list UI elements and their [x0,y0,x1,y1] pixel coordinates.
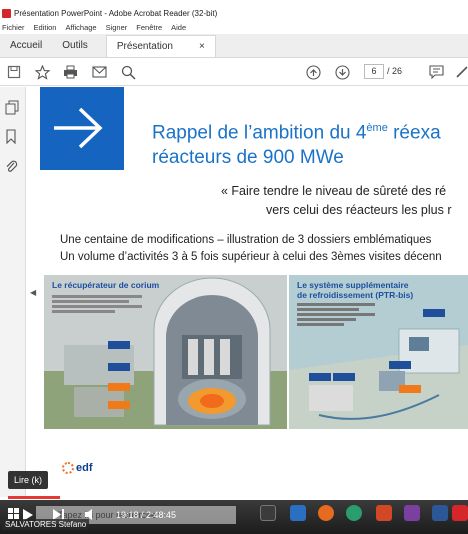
slide-title: Rappel de l’ambition du 4ème réexa réact… [152,116,468,170]
edf-sun-icon [62,462,74,474]
menu-edition[interactable]: Edition [34,23,57,32]
firefox-icon[interactable] [318,505,334,521]
slide-title-line2: réacteurs de 900 MWe [152,147,344,169]
slide-title-superscript: ème [366,122,388,134]
presenter-name-tag: SALVATORES Stefano [2,519,90,530]
tab-document-label: Présentation Power... [116,41,173,74]
collapse-pane-icon[interactable]: ◀ [30,288,36,297]
tab-bar: Accueil Outils Présentation Power... × [0,34,468,74]
outlook-icon[interactable] [290,505,306,521]
slide-quote-line1: « Faire tendre le niveau de sûreté des r… [221,184,447,198]
ptr-bis-title: Le système supplémentaire de refroidisse… [297,280,413,300]
acrobat-taskbar-icon[interactable] [452,505,468,521]
slide-bullet-1: Une centaine de modifications – illustra… [60,234,432,246]
tab-tools[interactable]: Outils [52,35,98,57]
slide-title-line1b: réexa [387,122,441,144]
slide-bullet-2: Un volume d’activités 3 à 5 fois supérie… [60,251,442,263]
bookmarks-icon[interactable] [5,129,21,145]
video-progress-fill [8,496,60,499]
video-progress-bar[interactable] [8,496,460,499]
print-icon[interactable] [62,64,78,80]
video-timecode: 19:18 / 2:48:45 [116,510,177,520]
page-up-icon[interactable] [305,64,321,80]
menu-fichier[interactable]: Fichier [2,23,25,32]
page-number-input[interactable]: 6 [364,64,384,79]
acrobat-icon [2,8,11,18]
corium-label-3 [108,383,130,391]
menu-aide[interactable]: Aide [171,23,186,32]
task-view-icon[interactable] [260,505,276,521]
tab-close-icon[interactable]: × [199,36,205,57]
pen-icon[interactable] [454,64,468,80]
slide-title-line1a: Rappel de l’ambition du 4 [152,122,367,144]
ptr-label-2 [389,361,411,369]
edf-logo-text: edf [76,462,93,474]
ptr-label-4 [333,373,355,381]
powerpoint-icon[interactable] [376,505,392,521]
menu-affichage[interactable]: Affichage [65,23,96,32]
menu-fenetre[interactable]: Fenêtre [136,23,162,32]
bookmark-star-icon[interactable] [34,64,50,80]
ptr-label-5 [399,385,421,393]
zoom-search-icon[interactable] [120,64,136,80]
ptr-bis-illustration: Le système supplémentaire de refroidisse… [289,275,468,429]
save-icon[interactable] [6,64,22,80]
tab-document[interactable]: Présentation Power... × [105,35,216,74]
window-title: Présentation PowerPoint - Adobe Acrobat … [14,8,218,18]
word-icon[interactable] [432,505,448,521]
attachments-icon[interactable] [5,159,21,175]
page-thumbnails-icon[interactable] [5,100,21,116]
ptr-label-1 [423,309,445,317]
corium-label-2 [108,363,130,371]
page-total: / 26 [387,66,403,76]
onenote-icon[interactable] [404,505,420,521]
tab-home[interactable]: Accueil [0,35,52,57]
edf-logo: edf [62,462,93,474]
play-tooltip: Lire (k) [8,471,49,489]
slide-quote-line2: vers celui des réacteurs les plus r [266,203,452,217]
corium-description [52,295,142,313]
comment-icon[interactable] [428,64,444,80]
edge-icon[interactable] [346,505,362,521]
corium-label-1 [108,341,130,349]
navigation-pane [0,87,26,497]
corium-title: Le récupérateur de corium [52,280,160,290]
menu-bar: Fichier Edition Affichage Signer Fenêtre… [0,20,468,34]
arrow-logo [40,87,124,170]
corium-label-4 [108,401,130,409]
ptr-label-3 [309,373,331,381]
corium-illustration: Le récupérateur de corium [44,275,287,429]
window-titlebar: Présentation PowerPoint - Adobe Acrobat … [0,6,468,20]
email-icon[interactable] [91,64,107,80]
menu-signer[interactable]: Signer [106,23,128,32]
slide-page: Rappel de l’ambition du 4ème réexa réact… [40,87,468,497]
ptr-bis-title-line2: de refroidissement (PTR-bis) [297,290,414,300]
ptr-bis-title-line1: Le système supplémentaire [297,280,409,290]
page-down-icon[interactable] [334,64,350,80]
ptr-bis-description [297,303,375,326]
